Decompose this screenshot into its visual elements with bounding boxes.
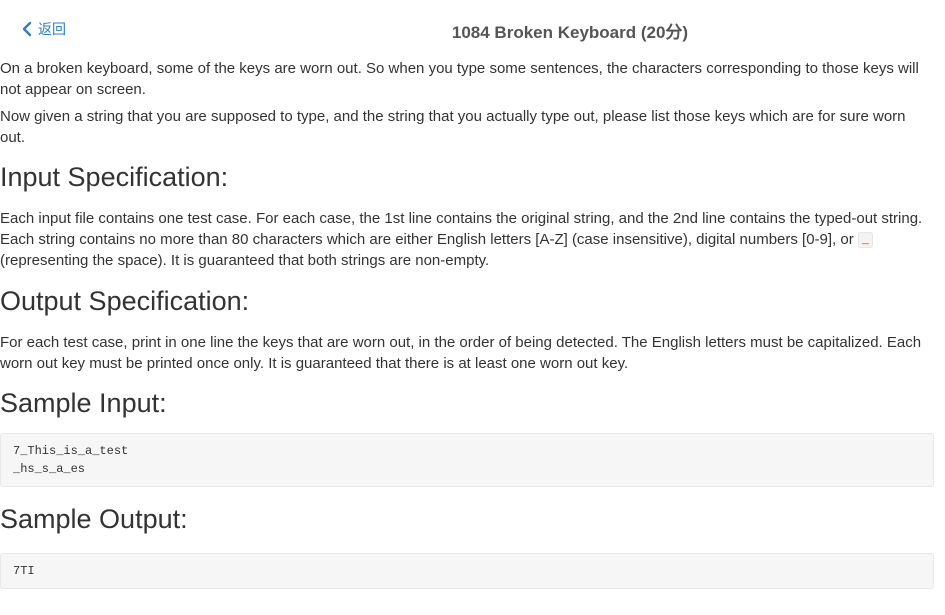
sample-input-code[interactable]: 7_This_is_a_test _hs_s_a_es (0, 433, 934, 487)
output-spec-heading: Output Specification: (0, 286, 250, 316)
problem-content: On a broken keyboard, some of the keys a… (0, 58, 934, 589)
input-spec-text-after: (representing the space). It is guarante… (0, 252, 490, 269)
input-spec-text-before: Each input file contains one test case. … (0, 210, 923, 248)
inline-code-underscore: _ (857, 232, 874, 249)
output-spec-text: For each test case, print in one line th… (0, 334, 922, 372)
sample-output-heading: Sample Output: (0, 504, 188, 534)
page-header: 返回 1084 Broken Keyboard (20分) (0, 0, 945, 58)
input-spec-heading: Input Specification: (0, 162, 229, 192)
sample-input-heading: Sample Input: (0, 388, 167, 418)
description-paragraph-2: Now given a string that you are supposed… (0, 108, 906, 146)
sample-output-code[interactable]: 7TI (0, 553, 934, 589)
problem-page: 返回 1084 Broken Keyboard (20分) On a broke… (0, 0, 945, 615)
description-paragraph-1: On a broken keyboard, some of the keys a… (0, 60, 919, 98)
input-spec-text: Each input file contains one test case. … (0, 208, 934, 271)
page-title: 1084 Broken Keyboard (20分) (451, 23, 689, 42)
